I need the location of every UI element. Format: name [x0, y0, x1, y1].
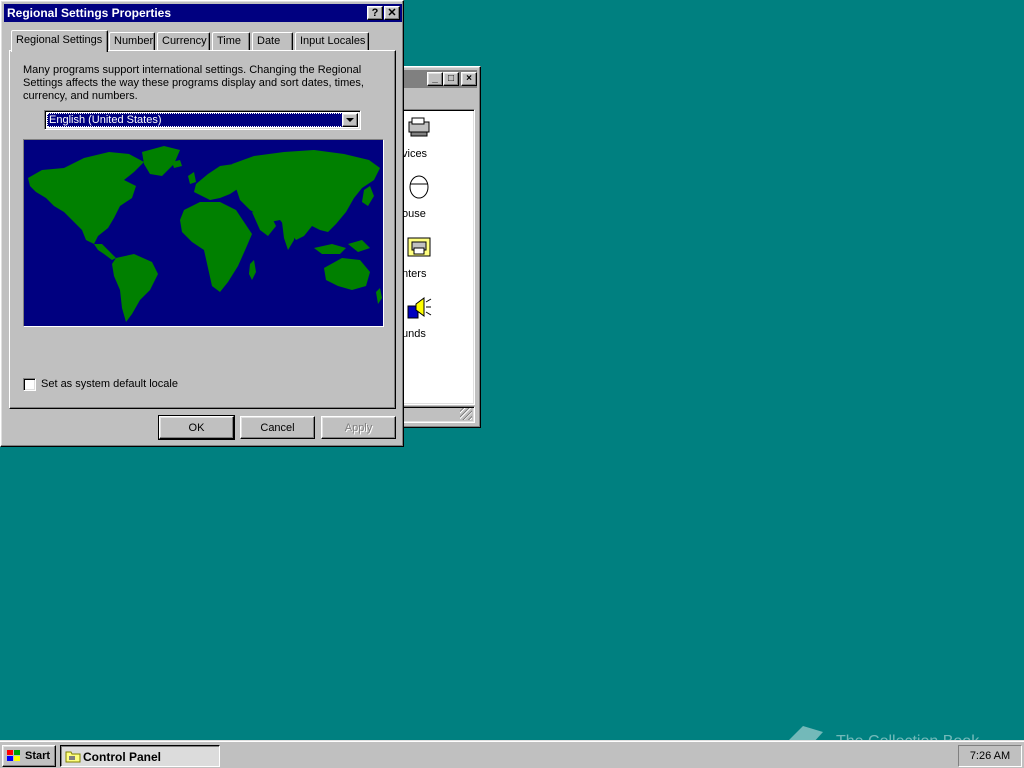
windows-logo-icon — [7, 750, 20, 761]
cancel-button[interactable]: Cancel — [240, 416, 315, 439]
cp-item-mouse[interactable]: ouse — [402, 174, 442, 230]
tab-input-locales[interactable]: Input Locales — [295, 32, 369, 51]
mouse-icon — [409, 175, 429, 199]
help-icon: ? — [371, 6, 379, 19]
tab-date[interactable]: Date — [252, 32, 293, 51]
world-map-icon — [24, 140, 383, 326]
resize-grip[interactable] — [460, 408, 472, 420]
control-panel-window[interactable]: _ □ × vices ouse nters unds — [395, 66, 481, 428]
tab-label: Date — [257, 35, 281, 47]
cp-item-label: vices — [402, 148, 428, 160]
close-button[interactable]: ✕ — [384, 6, 400, 20]
close-button[interactable]: × — [461, 72, 477, 86]
dialog-title: Regional Settings Properties — [7, 6, 172, 20]
folder-icon — [65, 751, 81, 763]
tab-label: Time — [217, 35, 242, 47]
tab-label: Input Locales — [300, 35, 366, 47]
description-text: Many programs support international sett… — [23, 64, 364, 102]
close-icon: ✕ — [387, 6, 397, 19]
start-label: Start — [25, 750, 51, 762]
minimize-icon: _ — [432, 73, 438, 84]
cp-item-label: nters — [402, 268, 427, 280]
cp-item-sounds[interactable]: unds — [402, 294, 442, 350]
cp-item-printers[interactable]: nters — [402, 234, 442, 290]
taskbar: Start Control Panel 7:26 AM — [0, 740, 1024, 768]
taskbar-button-label: Control Panel — [83, 750, 162, 764]
ok-button-label: OK — [188, 421, 205, 434]
regional-settings-dialog: Regional Settings Properties ? ✕ Regiona… — [0, 0, 404, 447]
world-map[interactable] — [23, 139, 384, 327]
maximize-button[interactable]: □ — [443, 72, 459, 86]
default-locale-label: Set as system default locale — [41, 378, 178, 390]
help-button[interactable]: ? — [367, 6, 383, 20]
control-panel-title-bar[interactable]: _ □ × — [399, 70, 477, 88]
dropdown-button[interactable] — [342, 113, 358, 127]
tab-label: Regional Settings — [16, 34, 103, 46]
devices-icon — [408, 117, 430, 137]
tab-time[interactable]: Time — [212, 32, 250, 51]
dialog-title-bar[interactable]: Regional Settings Properties ? ✕ — [4, 4, 402, 22]
tab-panel-regional-settings: Many programs support international sett… — [9, 50, 396, 409]
taskbar-button-control-panel[interactable]: Control Panel — [60, 745, 220, 767]
cp-item-label: unds — [402, 328, 426, 340]
cp-item-label: ouse — [402, 208, 426, 220]
chevron-down-icon — [346, 117, 354, 122]
control-panel-content: vices ouse nters unds — [401, 109, 475, 405]
apply-button-label: Apply — [344, 421, 373, 434]
tab-regional-settings[interactable]: Regional Settings — [11, 30, 108, 52]
control-panel-status-bar — [401, 406, 475, 423]
locale-dropdown[interactable]: English (United States) — [44, 110, 361, 130]
ok-button[interactable]: OK — [158, 415, 235, 440]
cancel-button-label: Cancel — [260, 421, 295, 434]
tab-number[interactable]: Number — [109, 32, 155, 51]
default-locale-checkbox[interactable] — [23, 378, 36, 391]
system-tray-clock[interactable]: 7:26 AM — [958, 745, 1022, 767]
close-icon: × — [466, 73, 472, 84]
maximize-icon: □ — [447, 73, 455, 84]
sounds-icon — [407, 297, 432, 319]
locale-selected-value: English (United States) — [47, 113, 343, 127]
tab-label: Currency — [162, 35, 207, 47]
apply-button[interactable]: Apply — [321, 416, 396, 439]
start-button[interactable]: Start — [2, 745, 56, 767]
cp-item-devices[interactable]: vices — [402, 114, 442, 170]
tab-currency[interactable]: Currency — [157, 32, 210, 51]
printers-icon — [407, 237, 431, 257]
tab-label: Number — [114, 35, 154, 47]
minimize-button[interactable]: _ — [427, 72, 443, 86]
